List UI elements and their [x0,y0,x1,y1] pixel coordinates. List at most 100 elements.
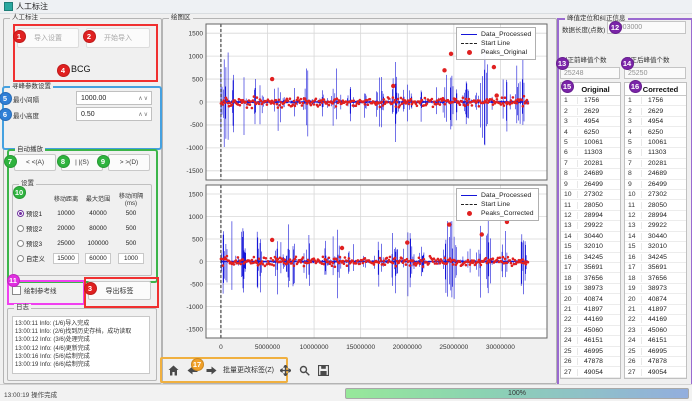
table-row[interactable]: 824689 [561,169,620,179]
table-row[interactable]: 611303 [625,148,686,158]
table-row[interactable]: 2749054 [625,367,686,377]
table-row[interactable]: 926499 [561,180,620,190]
settings-row-预设2: 预设22000080000500 [13,221,151,236]
row-number: 15 [625,243,642,250]
svg-text:30000000: 30000000 [486,344,515,351]
table-row[interactable]: 34954 [561,117,620,127]
table-row[interactable]: 11756 [561,96,620,106]
save-icon[interactable] [317,362,331,378]
table-row[interactable]: 2546995 [561,347,620,357]
corrected-peaks-table[interactable]: Corrected 117562262934954462505100616113… [624,82,687,379]
home-icon[interactable] [166,362,180,378]
peak-index-value: 11303 [578,149,602,156]
forward-icon[interactable] [204,362,218,378]
preset-value[interactable]: 15000 [51,253,81,264]
row-number: 7 [561,160,578,167]
table-row[interactable]: 2244169 [625,315,686,325]
table-row[interactable]: 2345060 [625,326,686,336]
table-row[interactable]: 2040874 [561,294,620,304]
spinner-arrows-icon[interactable]: ∧∨ [138,111,149,118]
table-row[interactable]: 2647878 [625,357,686,367]
line-marker-icon [461,30,477,39]
table-row[interactable]: 1938973 [561,284,620,294]
table-row[interactable]: 1430440 [625,232,686,242]
preset-value[interactable]: 1000 [115,253,147,264]
spinner-arrows-icon[interactable]: ∧∨ [138,95,149,102]
zoom-icon[interactable] [298,362,312,378]
autoplay-next-button[interactable]: > >(D) [108,154,150,171]
table-row[interactable]: 1532010 [561,242,620,252]
peak-index-value: 44169 [578,316,603,323]
table-row[interactable]: 22629 [561,106,620,116]
peak-index-value: 40874 [642,296,667,303]
table-row[interactable]: 1128050 [625,200,686,210]
custom-value-input[interactable]: 1000 [118,253,144,264]
table-row[interactable]: 510061 [625,138,686,148]
table-row[interactable]: 1735691 [561,263,620,273]
table-row[interactable]: 1938973 [625,284,686,294]
table-row[interactable]: 34954 [625,117,686,127]
table-row[interactable]: 1837656 [561,273,620,283]
log-listbox[interactable]: 13:00:11 Info: (1/6)导入完成13:00:11 Info: (… [12,316,150,374]
table-row[interactable]: 1634245 [561,253,620,263]
table-row[interactable]: 2749054 [561,367,620,377]
table-row[interactable]: 824689 [625,169,686,179]
radio-icon[interactable] [17,255,24,262]
row-number: 19 [625,285,642,292]
preset-value[interactable]: 60000 [81,253,115,264]
original-peaks-table[interactable]: Original 1175622629349544625051006161130… [560,82,621,379]
table-row[interactable]: 1329922 [625,221,686,231]
table-row[interactable]: 1027302 [625,190,686,200]
draw-reference-checkbox[interactable]: 绘制参考线 [12,285,57,295]
table-row[interactable]: 1430440 [561,232,620,242]
custom-value-input[interactable]: 60000 [85,253,111,264]
table-row[interactable]: 1329922 [561,221,620,231]
table-row[interactable]: 1128050 [561,200,620,210]
annotation-circle-4: 4 [57,64,70,77]
min-interval-spinbox[interactable]: 1000.00 ∧∨ [76,91,152,105]
peak-index-value: 28994 [642,212,667,219]
export-labels-button[interactable]: 导出标签 [88,281,151,300]
table-row[interactable]: 46250 [561,127,620,137]
table-row[interactable]: 2546995 [625,347,686,357]
table-row[interactable]: 1228994 [625,211,686,221]
table-row[interactable]: 1532010 [625,242,686,252]
table-row[interactable]: 926499 [625,180,686,190]
radio-icon[interactable] [17,225,24,232]
table-row[interactable]: 510061 [561,138,620,148]
table-row[interactable]: 1735691 [625,263,686,273]
min-height-spinbox[interactable]: 0.50 ∧∨ [76,107,152,121]
table-row[interactable]: 1228994 [561,211,620,221]
table-row[interactable]: 2446151 [625,336,686,346]
peaks-after-field: 25250 [624,67,686,79]
radio-icon[interactable] [17,240,24,247]
import-settings-button[interactable]: 导入设置 [17,28,79,48]
window-titlebar: 人工标注 [0,0,692,14]
table-row[interactable]: 2345060 [561,326,620,336]
table-row[interactable]: 2141897 [561,305,620,315]
batch-edit-labels-button[interactable]: 批量更改标签(Z) [223,365,274,375]
table-row[interactable]: 611303 [561,148,620,158]
table-row[interactable]: 1027302 [561,190,620,200]
table-row[interactable]: 11756 [625,96,686,106]
checkbox-icon[interactable] [12,286,21,295]
row-number: 21 [625,306,642,313]
table-row[interactable]: 22629 [625,106,686,116]
settings-column-header: 移动间隔(ms) [115,191,147,207]
table-row[interactable]: 2040874 [625,294,686,304]
table-row[interactable]: 2244169 [561,315,620,325]
start-import-button[interactable]: 开始导入 [86,28,150,48]
table-row[interactable]: 2446151 [561,336,620,346]
custom-value-input[interactable]: 15000 [53,253,79,264]
table-row[interactable]: 1634245 [625,253,686,263]
pan-icon[interactable] [279,362,293,378]
table-row[interactable]: 1837656 [625,273,686,283]
table-row[interactable]: 2647878 [561,357,620,367]
radio-icon[interactable] [17,210,24,217]
table-row[interactable]: 46250 [625,127,686,137]
autoplay-prev-button[interactable]: < <(A) [14,154,56,171]
table-row[interactable]: 2141897 [625,305,686,315]
table-row[interactable]: 720281 [625,159,686,169]
table-row[interactable]: 720281 [561,159,620,169]
row-number: 17 [561,264,578,271]
